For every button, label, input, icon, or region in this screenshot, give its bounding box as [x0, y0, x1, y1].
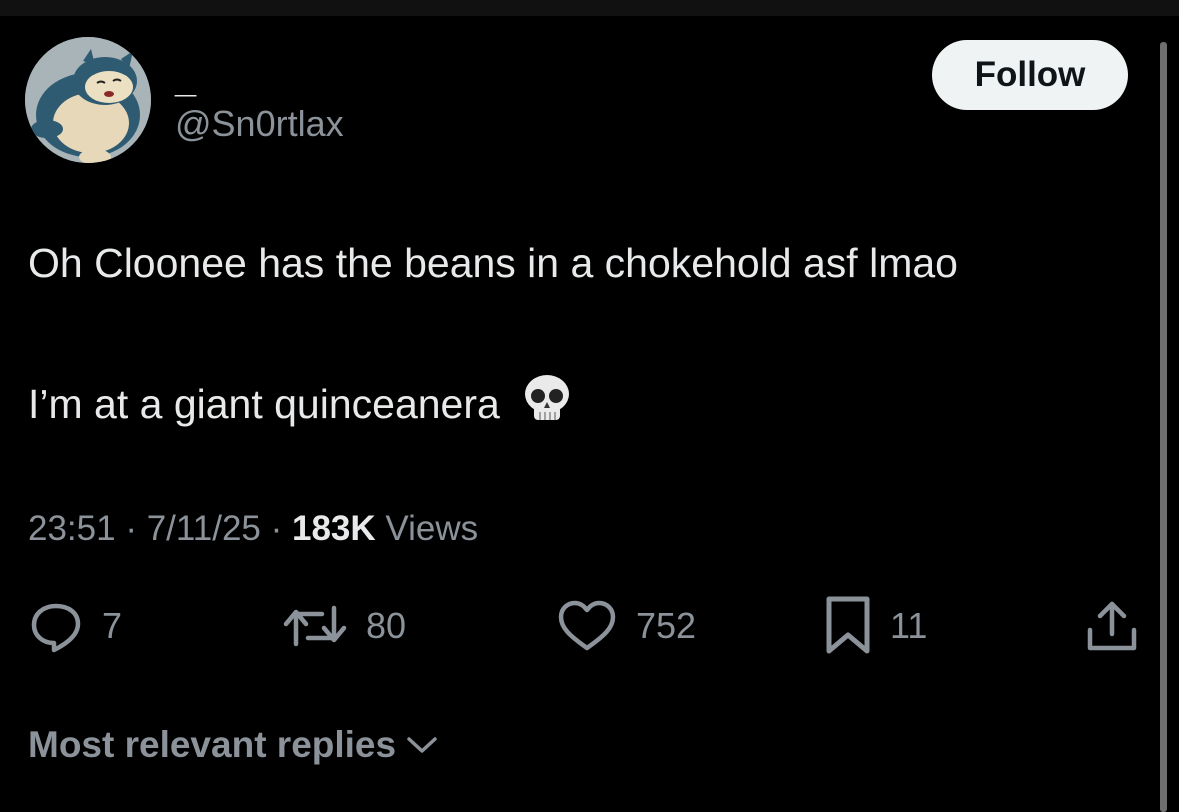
bookmark-icon — [826, 596, 870, 654]
skull-emoji-icon — [520, 372, 574, 436]
share-button[interactable] — [1084, 598, 1140, 654]
heart-icon — [558, 600, 616, 651]
tweet-text-line-2: I’m at a giant quinceanera — [28, 372, 574, 436]
tweet-date[interactable]: 7/11/25 — [147, 509, 261, 548]
views-label: Views — [375, 509, 479, 548]
avatar[interactable] — [25, 37, 151, 163]
bookmark-count: 11 — [890, 605, 928, 646]
meta-separator: · — [115, 509, 147, 548]
like-count: 752 — [636, 605, 697, 646]
views-count[interactable]: 183K — [292, 509, 376, 548]
repost-icon — [283, 605, 347, 647]
chevron-down-icon — [407, 737, 437, 753]
reply-icon — [31, 603, 81, 653]
author-handle[interactable]: @Sn0rtlax — [175, 104, 344, 144]
bookmark-button[interactable]: 11 — [824, 596, 928, 654]
top-status-strip — [0, 0, 1179, 16]
tweet-time[interactable]: 23:51 — [28, 509, 116, 548]
repost-count: 80 — [366, 605, 407, 646]
meta-separator: · — [260, 509, 292, 548]
reply-count: 7 — [102, 605, 123, 646]
repost-button[interactable]: 80 — [282, 598, 406, 654]
reply-button[interactable]: 7 — [28, 598, 122, 654]
snorlax-avatar-icon — [25, 37, 151, 163]
tweet-text-line-1: Oh Cloonee has the beans in a chokehold … — [28, 240, 958, 286]
tweet-meta: 23:51 · 7/11/25 · 183K Views — [28, 507, 478, 551]
tweet-text-line-2-label: I’m at a giant quinceanera — [28, 381, 500, 427]
share-icon — [1087, 601, 1137, 651]
replies-sort-label: Most relevant replies — [28, 724, 397, 765]
follow-button[interactable]: Follow — [932, 40, 1128, 110]
scrollbar[interactable] — [1160, 42, 1167, 812]
author-display-name[interactable]: _ — [175, 60, 196, 100]
like-button[interactable]: 752 — [556, 598, 696, 654]
replies-sort-selector[interactable]: Most relevant replies — [28, 720, 438, 770]
